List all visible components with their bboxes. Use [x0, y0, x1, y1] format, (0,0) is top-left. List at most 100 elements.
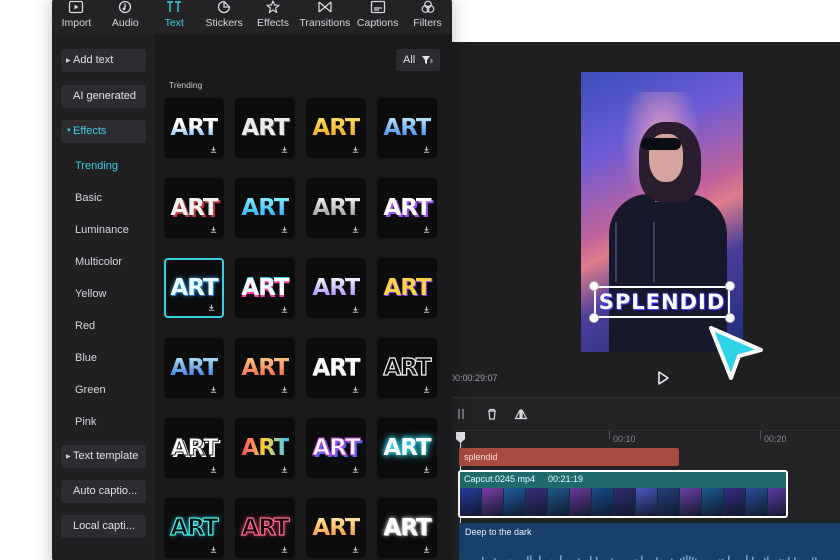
auto-captions-button[interactable]: Auto captio...: [61, 480, 146, 503]
text-effect-tile[interactable]: ART: [235, 498, 295, 558]
tile-preview-text: ART: [241, 435, 289, 461]
download-icon: [352, 306, 359, 313]
video-thumbnail: [636, 488, 658, 516]
media-tabs: Import Audio Text Stickers Effects Trans…: [52, 0, 452, 34]
waveform-bar: [689, 556, 691, 560]
text-effect-tile[interactable]: ART: [164, 178, 224, 238]
tile-preview-text: ART: [170, 435, 219, 462]
tile-preview-text: ART: [170, 195, 218, 221]
download-icon: [423, 466, 430, 473]
waveform-bar: [539, 555, 541, 560]
text-effect-tile[interactable]: ART: [377, 258, 437, 318]
screen: SPLENDID 00:00:29:07 00:10 00:20 splendi…: [0, 0, 840, 560]
download-icon: [281, 386, 288, 393]
download-icon: [352, 226, 359, 233]
tile-preview-text: ART: [383, 115, 431, 141]
text-effect-tile[interactable]: ART: [164, 98, 224, 158]
download-icon: [210, 546, 217, 553]
effect-category-basic[interactable]: Basic: [75, 192, 102, 204]
text-effect-tile[interactable]: ART: [306, 418, 366, 478]
text-effect-tile[interactable]: ART: [235, 258, 295, 318]
video-clip-name: Capcut.0245 mp4: [464, 474, 536, 484]
tile-preview-text: ART: [312, 355, 360, 381]
text-effect-tile[interactable]: ART: [164, 258, 224, 318]
download-icon: [208, 304, 215, 311]
text-template-button[interactable]: ▶ Text template: [61, 445, 146, 468]
effect-category-pink[interactable]: Pink: [75, 416, 96, 428]
waveform-bar: [746, 555, 748, 560]
text-effect-tile[interactable]: ART: [235, 338, 295, 398]
tile-preview-text: ART: [241, 195, 289, 221]
tab-stickers[interactable]: Stickers: [200, 0, 249, 34]
effect-category-green[interactable]: Green: [75, 384, 106, 396]
timeline-toolbar: [430, 398, 840, 430]
text-effect-tile[interactable]: ART: [306, 178, 366, 238]
effects-icon: [266, 0, 280, 14]
add-text-button[interactable]: ▶ Add text: [61, 49, 146, 72]
caret-down-icon: ▼: [66, 128, 72, 134]
text-effect-tile[interactable]: ART: [164, 498, 224, 558]
tile-preview-text: ART: [312, 275, 360, 301]
filters-icon: [421, 0, 434, 13]
tab-audio[interactable]: Audio: [101, 0, 150, 34]
tab-captions[interactable]: Captions: [352, 0, 403, 34]
download-icon: [210, 386, 217, 393]
waveform-bar: [596, 556, 598, 560]
mirror-icon[interactable]: [514, 407, 528, 421]
split-icon[interactable]: [454, 407, 468, 421]
delete-icon[interactable]: [485, 407, 499, 421]
download-icon: [210, 226, 217, 233]
tile-preview-text: ART: [170, 115, 218, 141]
effects-content: All Trending ART ART ART ART ART ART ART ART ART…: [155, 34, 452, 560]
caret-right-icon: ▶: [66, 454, 71, 460]
text-effect-tile[interactable]: ART: [377, 178, 437, 238]
text-icon: [167, 1, 182, 12]
local-captions-button[interactable]: Local capti...: [61, 515, 146, 538]
effect-category-red[interactable]: Red: [75, 320, 95, 332]
stickers-icon: [217, 0, 231, 14]
tile-preview-text: ART: [383, 515, 431, 541]
effect-category-blue[interactable]: Blue: [75, 352, 97, 364]
tab-text[interactable]: Text: [150, 0, 199, 34]
effect-category-yellow[interactable]: Yellow: [75, 288, 106, 300]
tab-effects[interactable]: Effects: [249, 0, 298, 34]
video-thumbnail: [548, 488, 570, 516]
effects-button[interactable]: ▼ Effects: [61, 120, 146, 143]
resize-handle-bl[interactable]: [589, 313, 599, 323]
text-effect-tile[interactable]: ART: [306, 98, 366, 158]
tab-transitions[interactable]: Transitions: [297, 0, 352, 34]
effect-category-multicolor[interactable]: Multicolor: [75, 256, 122, 268]
resize-handle-br[interactable]: [725, 313, 735, 323]
video-thumbnail: [570, 488, 592, 516]
video-clip[interactable]: Capcut.0245 mp4 00:21:19: [458, 470, 788, 518]
effect-category-luminance[interactable]: Luminance: [75, 224, 129, 236]
text-overlay-box[interactable]: SPLENDID: [594, 286, 730, 318]
tab-filters[interactable]: Filters: [403, 0, 452, 34]
filter-dropdown[interactable]: All: [396, 49, 440, 71]
play-icon[interactable]: [656, 370, 670, 386]
audio-clip-name: Deep to the dark: [465, 527, 532, 537]
text-effect-tile[interactable]: ART: [306, 498, 366, 558]
text-effect-tile[interactable]: ART: [235, 178, 295, 238]
text-effect-tile[interactable]: ART: [306, 338, 366, 398]
tab-import[interactable]: Import: [52, 0, 101, 34]
resize-handle-tl[interactable]: [589, 281, 599, 291]
text-effect-tile[interactable]: ART: [235, 98, 295, 158]
text-effect-tile[interactable]: ART: [377, 418, 437, 478]
text-effect-tile[interactable]: ART: [164, 418, 224, 478]
effect-category-trending[interactable]: Trending: [75, 160, 118, 172]
text-effect-tile[interactable]: ART: [377, 98, 437, 158]
text-effect-tile[interactable]: ART: [164, 338, 224, 398]
video-thumbnail: [482, 488, 504, 516]
text-effect-tile[interactable]: ART: [306, 258, 366, 318]
resize-handle-tr[interactable]: [725, 281, 735, 291]
text-effect-tile[interactable]: ART: [377, 498, 437, 558]
ai-generated-button[interactable]: AI generated: [61, 85, 146, 108]
text-effect-tile[interactable]: ART: [377, 338, 437, 398]
audio-clip[interactable]: Deep to the dark: [459, 523, 840, 560]
video-thumbnail: [680, 488, 702, 516]
text-clip[interactable]: splendid: [459, 448, 679, 466]
download-icon: [423, 306, 430, 313]
audio-icon: [119, 0, 132, 14]
text-effect-tile[interactable]: ART: [235, 418, 295, 478]
